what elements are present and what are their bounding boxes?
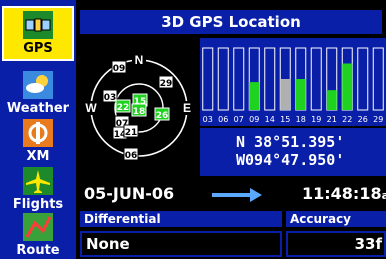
xm-radio-icon (23, 119, 53, 147)
date-time-row: 05-JUN-06 11:48:18a (80, 180, 386, 208)
satellite-sky-view: N W E 09 29 03 22 15 18 26 07 14 21 06 (80, 38, 198, 175)
compass-west-label: W (85, 101, 97, 115)
satellite-marker-18: 18 (131, 103, 147, 117)
signal-bar-frame (372, 47, 384, 111)
signal-bar-frame (202, 47, 214, 111)
date-readout: 05-JUN-06 (84, 184, 175, 203)
signal-bar-label: 14 (265, 115, 275, 124)
satellite-id: 26 (156, 111, 169, 121)
accuracy-value: 33f (286, 231, 386, 257)
position-panel: N 38°51.395' W094°47.950' (200, 128, 386, 176)
signal-bar-15 (280, 79, 291, 110)
satellite-id: 09 (113, 64, 126, 74)
page-header: 3D GPS Location (80, 10, 382, 34)
satellite-marker-09: 09 (111, 60, 127, 74)
satellite-marker-22: 22 (115, 99, 131, 113)
signal-bar-label: 15 (280, 115, 290, 124)
signal-bar-label: 22 (342, 115, 352, 124)
page-title: 3D GPS Location (161, 13, 301, 31)
sidebar-item-weather[interactable]: Weather (2, 64, 74, 119)
signal-bar-frame (233, 47, 245, 111)
longitude-readout: W094°47.950' (236, 151, 345, 169)
signal-bar-label: 21 (327, 115, 337, 124)
satellite-id: 29 (160, 79, 173, 89)
sidebar-item-gps[interactable]: GPS (2, 6, 74, 61)
satellite-marker-21: 21 (123, 124, 139, 138)
time-suffix: a (381, 189, 386, 202)
signal-bar-label: 18 (296, 115, 306, 124)
signal-bar-21 (326, 90, 337, 110)
satellite-icon (23, 11, 53, 39)
weather-icon (23, 71, 53, 99)
signal-bar-label: 07 (234, 115, 244, 124)
satellite-markers: 092903221518 2607142106 (102, 60, 174, 161)
sidebar-item-label: Route (16, 243, 60, 258)
compass-north-label: N (135, 53, 144, 67)
signal-bar-label: 06 (218, 115, 228, 124)
differential-label: Differential (80, 211, 282, 227)
gps-screen: GPS Weather XM Flights Route 3D GPS Loca… (0, 0, 386, 259)
signal-bar-label: 03 (203, 115, 213, 124)
compass-east-label: E (183, 101, 191, 115)
signal-bar-frame (310, 47, 322, 111)
differential-value: None (80, 231, 282, 257)
signal-strength-panel: 03 06 07 09 14 15 18 19 21 22 26 29 (200, 38, 386, 126)
time-value: 11:48:18 (302, 184, 382, 203)
signal-bar-label: 19 (311, 115, 321, 124)
satellite-marker-06: 06 (123, 147, 139, 161)
signal-bar-frame (264, 47, 276, 111)
satellite-id: 21 (125, 128, 138, 138)
arrow-right-icon (212, 188, 262, 202)
satellite-id: 03 (104, 93, 117, 103)
route-icon (23, 213, 53, 241)
plane-icon (23, 167, 53, 195)
signal-bar-18 (295, 79, 306, 110)
signal-bar-22 (342, 63, 353, 110)
satellite-id: 18 (133, 107, 146, 117)
accuracy-label: Accuracy (286, 211, 386, 227)
signal-bar-09 (249, 82, 260, 110)
sidebar: GPS Weather XM Flights Route (0, 0, 76, 259)
satellite-id: 06 (125, 151, 138, 161)
satellite-marker-03: 03 (102, 89, 118, 103)
sidebar-item-label: GPS (23, 41, 53, 56)
satellite-id: 22 (117, 103, 130, 113)
time-readout: 11:48:18a (302, 184, 386, 203)
satellite-marker-26: 26 (154, 107, 170, 121)
latitude-readout: N 38°51.395' (236, 133, 345, 151)
signal-bar-label: 26 (358, 115, 368, 124)
satellite-marker-29: 29 (158, 75, 174, 89)
signal-bar-label: 29 (373, 115, 383, 124)
signal-bar-frame (357, 47, 369, 111)
sidebar-item-xm[interactable]: XM (2, 112, 74, 167)
sidebar-item-route[interactable]: Route (2, 206, 74, 259)
signal-bar-label: 09 (249, 115, 259, 124)
signal-bar-frame (217, 47, 229, 111)
